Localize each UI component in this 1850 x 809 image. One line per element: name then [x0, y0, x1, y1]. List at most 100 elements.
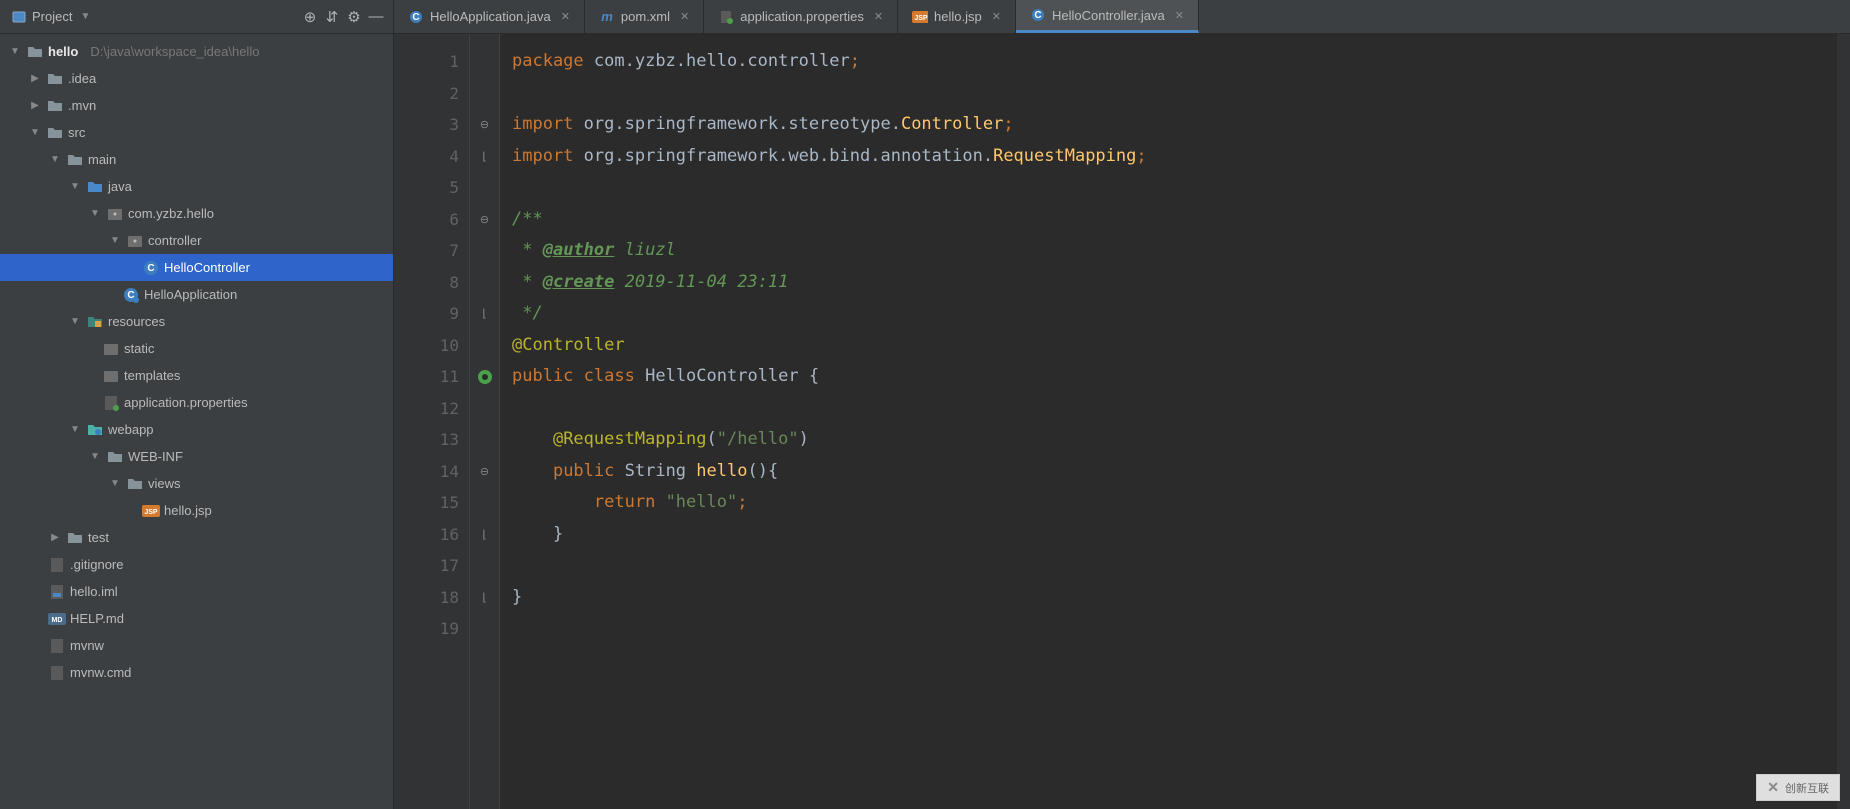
tree-hello-application[interactable]: C HelloApplication	[0, 281, 393, 308]
close-icon[interactable]: ✕	[680, 10, 689, 23]
parens: ()	[747, 461, 767, 481]
line-number: 7	[394, 235, 459, 267]
package-icon	[106, 205, 124, 223]
chevron-down-icon: ▼	[68, 316, 82, 327]
folder-icon	[46, 124, 64, 142]
chevron-down-icon: ▼	[88, 451, 102, 462]
semi: ;	[850, 51, 860, 71]
project-view-selector[interactable]: Project ▼	[6, 7, 98, 26]
tab-label: HelloApplication.java	[430, 9, 551, 24]
tab-hello-controller[interactable]: C HelloController.java ✕	[1016, 0, 1199, 33]
file-icon	[48, 664, 66, 682]
svg-text:C: C	[147, 263, 154, 274]
folder-icon	[106, 448, 124, 466]
main-split: Project ▼ ⊕ ⇵ ⚙ — ▼ hello D:\java\worksp…	[0, 0, 1850, 809]
gear-icon[interactable]: ⚙	[343, 6, 365, 28]
svg-text:m: m	[601, 10, 613, 24]
tree-hello-iml[interactable]: hello.iml	[0, 578, 393, 605]
rbrace: }	[512, 587, 522, 607]
line-number: 6	[394, 204, 459, 236]
javadoc-author-tag: @author	[543, 240, 615, 260]
fold-icon[interactable]: ⊖	[480, 118, 489, 131]
line-number: 19	[394, 613, 459, 645]
resources-folder-icon	[86, 313, 104, 331]
svg-text:JSP: JSP	[914, 15, 928, 22]
tree-app-props[interactable]: application.properties	[0, 389, 393, 416]
tree-main[interactable]: ▼ main	[0, 146, 393, 173]
tree-hello-jsp[interactable]: JSP hello.jsp	[0, 497, 393, 524]
tree-java[interactable]: ▼ java	[0, 173, 393, 200]
lbrace: {	[768, 461, 778, 481]
import-class: Controller	[901, 114, 1003, 134]
fold-icon[interactable]: ⊖	[480, 465, 489, 478]
tree-mvnw-cmd[interactable]: mvnw.cmd	[0, 659, 393, 686]
line-number-gutter: 1 2 3 4 5 6 7 8 9 10 11 12 13 14 15 16 1	[394, 34, 470, 809]
mapping-path: "/hello"	[717, 429, 799, 449]
tree-label: src	[68, 125, 85, 140]
tree-idea[interactable]: ▶ .idea	[0, 65, 393, 92]
tab-label: HelloController.java	[1052, 8, 1165, 23]
editor-tabs: C HelloApplication.java ✕ m pom.xml ✕ ap…	[394, 0, 1850, 34]
tree-src[interactable]: ▼ src	[0, 119, 393, 146]
kw-package: package	[512, 51, 584, 71]
tree-label: .mvn	[68, 98, 96, 113]
line-number: 4	[394, 141, 459, 173]
chevron-down-icon: ▼	[68, 181, 82, 192]
hide-icon[interactable]: —	[365, 6, 387, 28]
collapse-all-icon[interactable]: ⇵	[321, 6, 343, 28]
tab-hello-application[interactable]: C HelloApplication.java ✕	[394, 0, 585, 33]
close-icon[interactable]: ✕	[561, 10, 570, 23]
project-tree[interactable]: ▼ hello D:\java\workspace_idea\hello ▶ .…	[0, 34, 393, 809]
return-value: "hello"	[666, 492, 738, 512]
locate-icon[interactable]: ⊕	[299, 6, 321, 28]
code-area[interactable]: 1 2 3 4 5 6 7 8 9 10 11 12 13 14 15 16 1	[394, 34, 1850, 809]
tree-static[interactable]: static	[0, 335, 393, 362]
jsp-file-icon: JSP	[142, 502, 160, 520]
tree-templates[interactable]: templates	[0, 362, 393, 389]
line-number: 3	[394, 109, 459, 141]
tree-help-md[interactable]: MD HELP.md	[0, 605, 393, 632]
fold-end-icon[interactable]: ⌊	[482, 150, 486, 163]
kw-import: import	[512, 114, 573, 134]
tree-test[interactable]: ▶ test	[0, 524, 393, 551]
tree-mvn[interactable]: ▶ .mvn	[0, 92, 393, 119]
tree-gitignore[interactable]: .gitignore	[0, 551, 393, 578]
tree-root[interactable]: ▼ hello D:\java\workspace_idea\hello	[0, 38, 393, 65]
import-path: org.springframework.stereotype.	[584, 114, 901, 134]
svg-text:MD: MD	[52, 617, 63, 624]
svg-text:C: C	[412, 12, 419, 23]
source-folder-icon	[86, 178, 104, 196]
tree-controller-pkg[interactable]: ▼ controller	[0, 227, 393, 254]
editor-panel: C HelloApplication.java ✕ m pom.xml ✕ ap…	[394, 0, 1850, 809]
fold-icon[interactable]: ⊖	[480, 213, 489, 226]
javadoc-star: *	[512, 240, 543, 260]
fold-end-icon[interactable]: ⌊	[482, 528, 486, 541]
folder-icon	[126, 475, 144, 493]
folder-icon	[46, 97, 64, 115]
inspection-stripe[interactable]	[1836, 34, 1850, 809]
close-icon[interactable]: ✕	[874, 10, 883, 23]
tree-views[interactable]: ▼ views	[0, 470, 393, 497]
tree-webinf[interactable]: ▼ WEB-INF	[0, 443, 393, 470]
tree-label: application.properties	[124, 395, 248, 410]
tree-label: HelloController	[164, 260, 250, 275]
spring-bean-icon[interactable]	[477, 369, 493, 385]
tab-label: pom.xml	[621, 9, 670, 24]
fold-end-icon[interactable]: ⌊	[482, 307, 486, 320]
folder-icon	[26, 43, 44, 61]
code-content[interactable]: package com.yzbz.hello.controller; impor…	[500, 34, 1836, 809]
close-icon[interactable]: ✕	[992, 10, 1001, 23]
tree-hello-controller[interactable]: C HelloController	[0, 254, 393, 281]
tab-app-props[interactable]: application.properties ✕	[704, 0, 898, 33]
tab-hello-jsp[interactable]: JSP hello.jsp ✕	[898, 0, 1016, 33]
tree-mvnw[interactable]: mvnw	[0, 632, 393, 659]
fold-end-icon[interactable]: ⌊	[482, 591, 486, 604]
jsp-file-icon: JSP	[912, 9, 928, 25]
return-type: String	[625, 461, 686, 481]
tab-pom[interactable]: m pom.xml ✕	[585, 0, 704, 33]
tree-resources[interactable]: ▼ resources	[0, 308, 393, 335]
close-icon[interactable]: ✕	[1175, 9, 1184, 22]
tree-webapp[interactable]: ▼ webapp	[0, 416, 393, 443]
semi: ;	[1003, 114, 1013, 134]
tree-package[interactable]: ▼ com.yzbz.hello	[0, 200, 393, 227]
